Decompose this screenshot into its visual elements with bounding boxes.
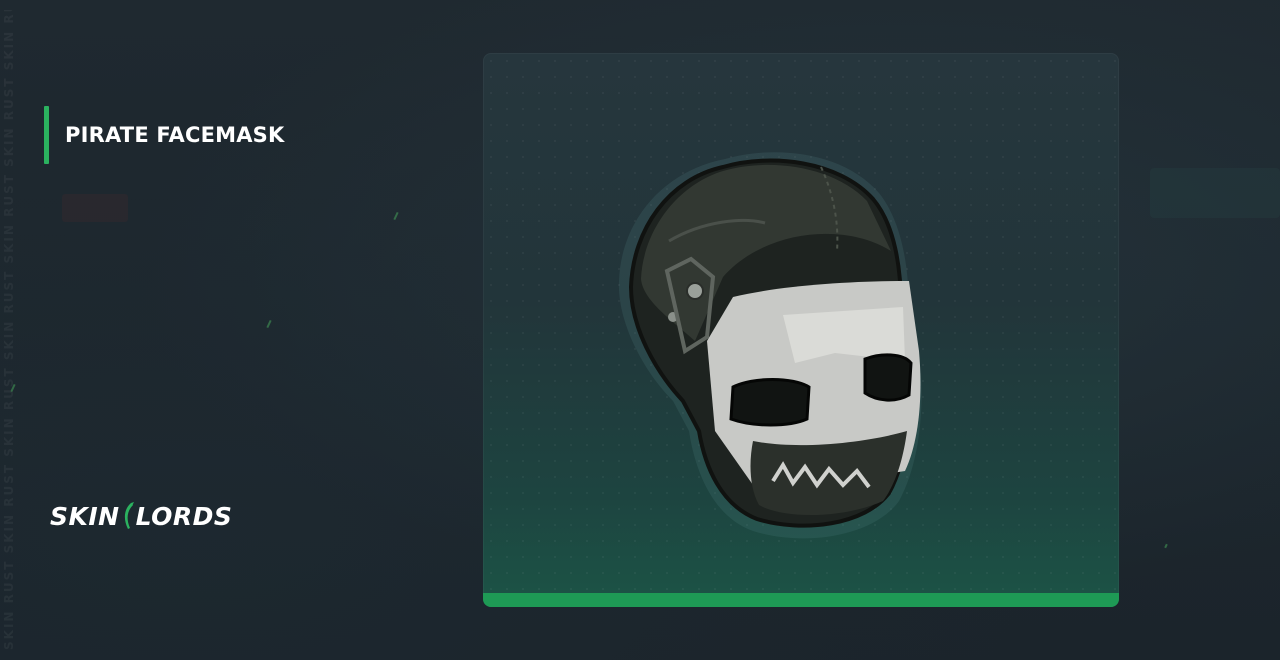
skinlords-logo: SKIN LORDS <box>50 500 232 532</box>
item-title: PIRATE FACEMASK <box>65 123 285 147</box>
item-title-block: PIRATE FACEMASK <box>44 106 284 164</box>
item-card <box>483 53 1119 607</box>
logo-text-left: SKIN <box>50 501 120 531</box>
pirate-facemask-icon <box>618 152 922 539</box>
decor-blur <box>62 194 128 222</box>
title-accent-bar <box>44 106 49 164</box>
skinlords-mark-icon <box>124 502 134 529</box>
logo-text-right: LORDS <box>135 501 233 531</box>
side-watermark: SKIN RUST SKIN RUST SKIN RUST SKIN RUST … <box>2 10 16 650</box>
decor-blur <box>1150 168 1280 218</box>
card-rarity-bar <box>483 593 1119 607</box>
